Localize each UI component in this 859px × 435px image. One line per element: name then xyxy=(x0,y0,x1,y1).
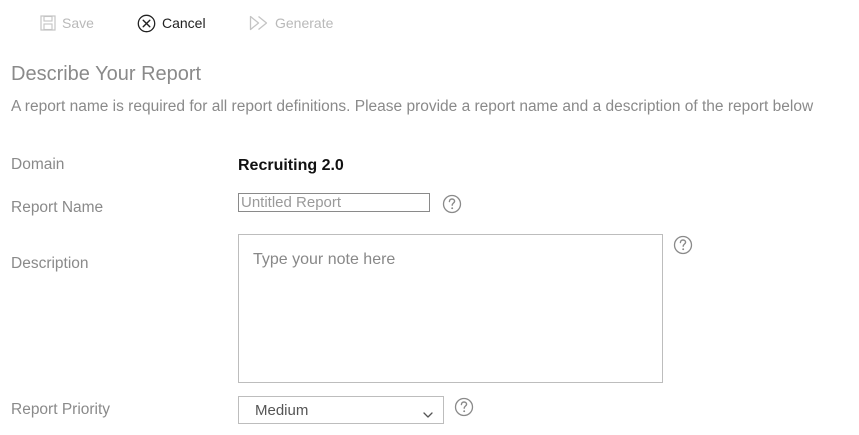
report-priority-select[interactable]: Medium xyxy=(238,396,444,424)
toolbar: Save Cancel Generate xyxy=(0,0,859,46)
generate-button[interactable]: Generate xyxy=(249,12,333,34)
page-subtitle: A report name is required for all report… xyxy=(11,98,814,115)
question-circle-icon[interactable] xyxy=(442,194,462,214)
save-icon xyxy=(40,15,56,31)
domain-value: Recruiting 2.0 xyxy=(238,157,344,174)
double-play-icon xyxy=(249,15,269,31)
report-priority-label: Report Priority xyxy=(11,401,111,418)
page-title: Describe Your Report xyxy=(11,63,202,85)
question-circle-icon[interactable] xyxy=(454,397,474,417)
domain-label: Domain xyxy=(11,156,65,173)
save-button[interactable]: Save xyxy=(40,12,94,34)
description-label: Description xyxy=(11,255,89,272)
cancel-label: Cancel xyxy=(162,15,206,31)
report-name-label: Report Name xyxy=(11,199,104,216)
chevron-down-icon xyxy=(423,406,433,423)
priority-selected-value: Medium xyxy=(255,401,309,419)
description-textarea[interactable] xyxy=(238,234,663,383)
cancel-button[interactable]: Cancel xyxy=(137,12,206,34)
report-name-input[interactable] xyxy=(238,193,430,212)
circle-x-icon xyxy=(137,14,156,33)
question-circle-icon[interactable] xyxy=(673,235,693,255)
generate-label: Generate xyxy=(275,15,334,31)
save-label: Save xyxy=(62,15,94,31)
